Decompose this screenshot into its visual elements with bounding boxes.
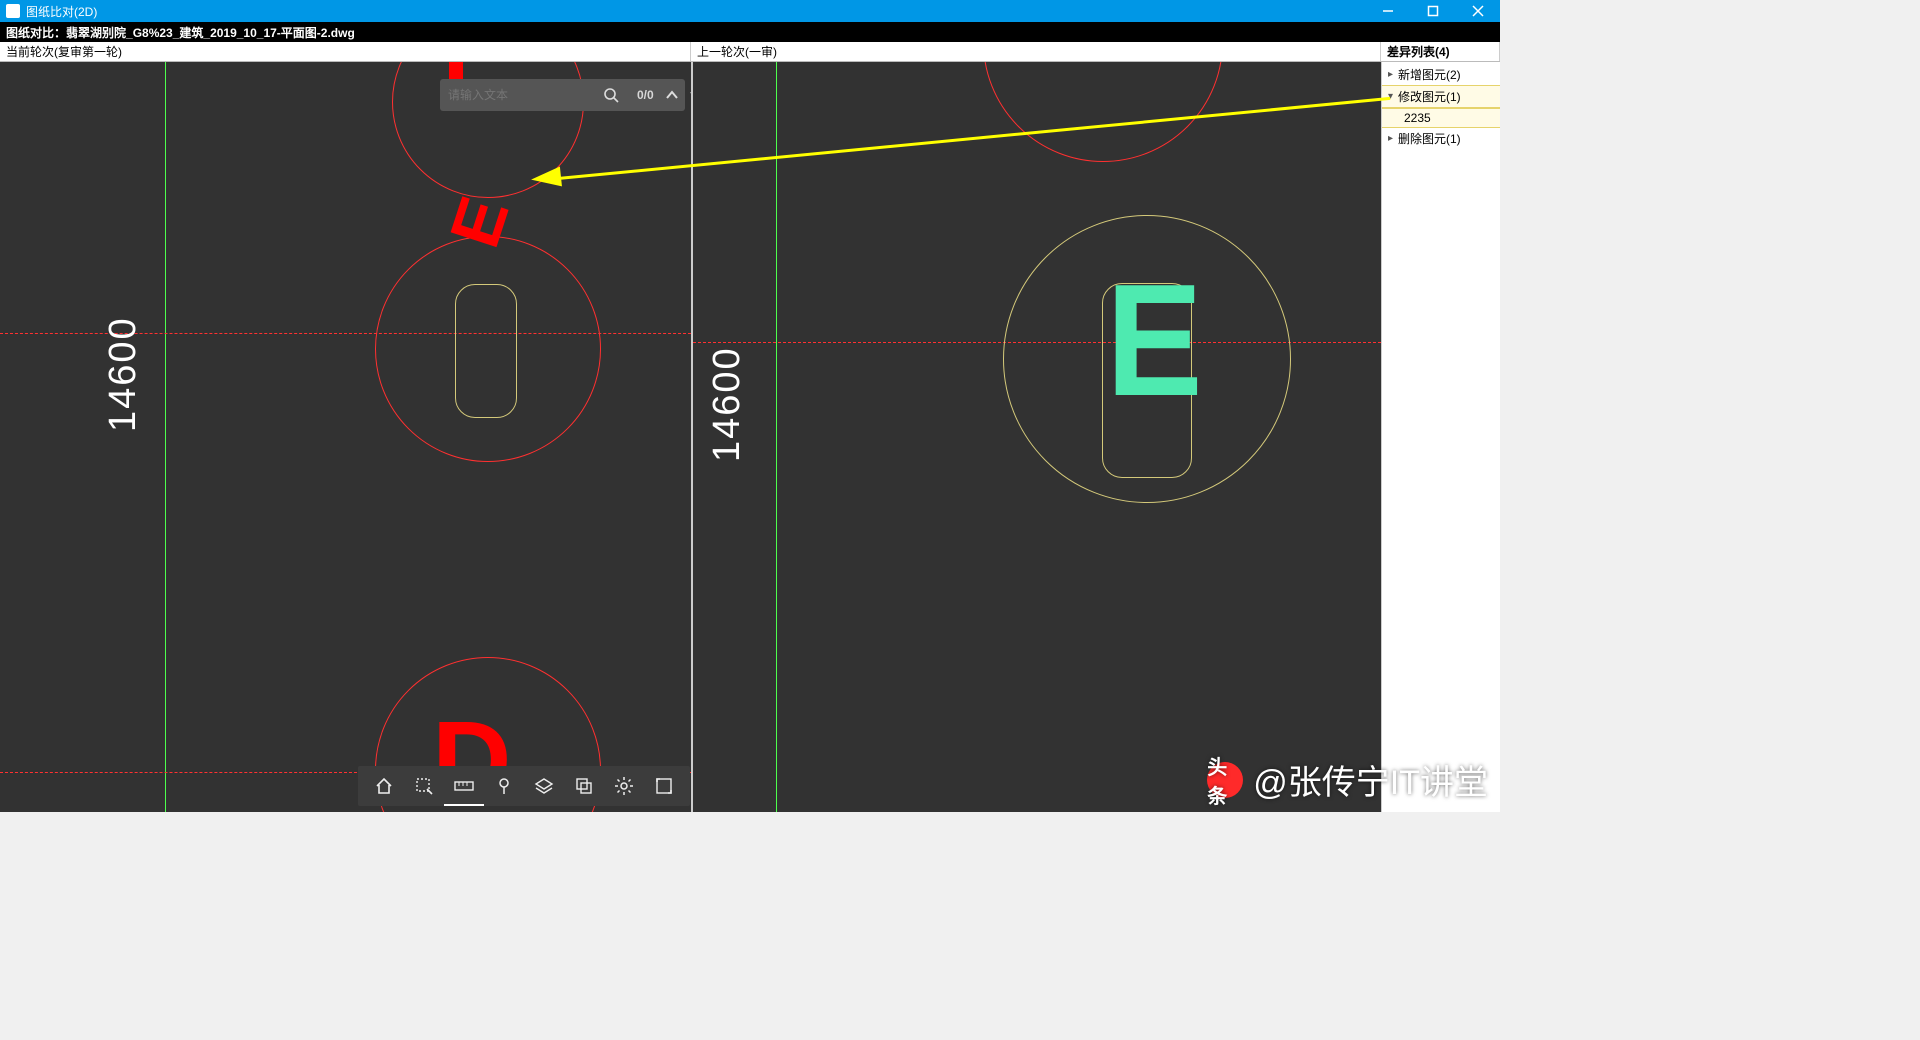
right-panel-title: 上一轮次(一审)	[691, 42, 1381, 61]
annotation-arrow-head	[530, 166, 562, 189]
measure-icon[interactable]	[444, 766, 484, 806]
diff-item-label: 修改图元(1)	[1398, 88, 1461, 105]
copy-compare-icon[interactable]	[564, 766, 604, 806]
search-next-button[interactable]	[684, 88, 691, 102]
diff-panel-title: 差异列表(4)	[1381, 42, 1500, 61]
zoom-window-icon[interactable]	[404, 766, 444, 806]
expand-icon[interactable]	[644, 766, 684, 806]
search-prev-button[interactable]	[660, 88, 684, 102]
close-button[interactable]	[1455, 0, 1500, 22]
diff-item-modified[interactable]: ▾ 修改图元(1)	[1382, 85, 1500, 108]
file-label-prefix: 图纸对比：	[6, 24, 66, 41]
diff-item-added[interactable]: ▸ 新增图元(2)	[1382, 64, 1500, 85]
diff-item-label: 删除图元(1)	[1398, 130, 1461, 147]
grid-bubble	[983, 62, 1223, 162]
watermark: 头条 @张传宁IT讲堂	[1207, 755, 1488, 804]
left-panel-title: 当前轮次(复审第一轮)	[0, 42, 691, 61]
file-name: 翡翠湖别院_G8%23_建筑_2019_10_17-平面图-2.dwg	[66, 24, 355, 41]
settings-icon[interactable]	[604, 766, 644, 806]
layers-icon[interactable]	[524, 766, 564, 806]
main-area: 14600 E D 0/0 1460	[0, 62, 1500, 812]
diff-item-label: 新增图元(2)	[1398, 66, 1461, 83]
grid-line-vertical	[776, 62, 777, 812]
search-count: 0/0	[637, 88, 654, 102]
dimension-label: 14600	[706, 346, 749, 462]
app-icon	[6, 4, 20, 18]
search-input[interactable]	[448, 88, 603, 102]
tree-collapse-icon: ▸	[1388, 69, 1398, 80]
file-bar: 图纸对比： 翡翠湖别院_G8%23_建筑_2019_10_17-平面图-2.dw…	[0, 22, 1500, 42]
tree-collapse-icon: ▸	[1388, 133, 1398, 144]
marker-letter-e: E	[1106, 249, 1203, 433]
title-bar: 图纸比对(2D)	[0, 0, 1500, 22]
maximize-button[interactable]	[1410, 0, 1455, 22]
grid-line-vertical	[165, 62, 166, 812]
window-title: 图纸比对(2D)	[26, 3, 97, 20]
window-controls	[1365, 0, 1500, 22]
diff-panel: ▸ 新增图元(2) ▾ 修改图元(1) 2235 ▸ 删除图元(1)	[1381, 62, 1500, 812]
scallop-shape	[455, 284, 517, 418]
pin-icon[interactable]	[484, 766, 524, 806]
search-bar: 0/0	[440, 79, 685, 111]
minimize-button[interactable]	[1365, 0, 1410, 22]
diff-item-child-label: 2235	[1404, 111, 1431, 125]
bottom-toolbar	[358, 766, 690, 806]
watermark-icon: 头条	[1207, 762, 1243, 798]
watermark-text: @张传宁IT讲堂	[1253, 755, 1488, 804]
dimension-label: 14600	[102, 316, 145, 432]
panel-header-row: 当前轮次(复审第一轮) 上一轮次(一审) 差异列表(4)	[0, 42, 1500, 62]
search-icon[interactable]	[603, 87, 619, 103]
right-viewport[interactable]: 14600 E	[691, 62, 1381, 812]
diff-item-modified-child[interactable]: 2235	[1382, 108, 1500, 128]
diff-item-deleted[interactable]: ▸ 删除图元(1)	[1382, 128, 1500, 149]
home-icon[interactable]	[364, 766, 404, 806]
